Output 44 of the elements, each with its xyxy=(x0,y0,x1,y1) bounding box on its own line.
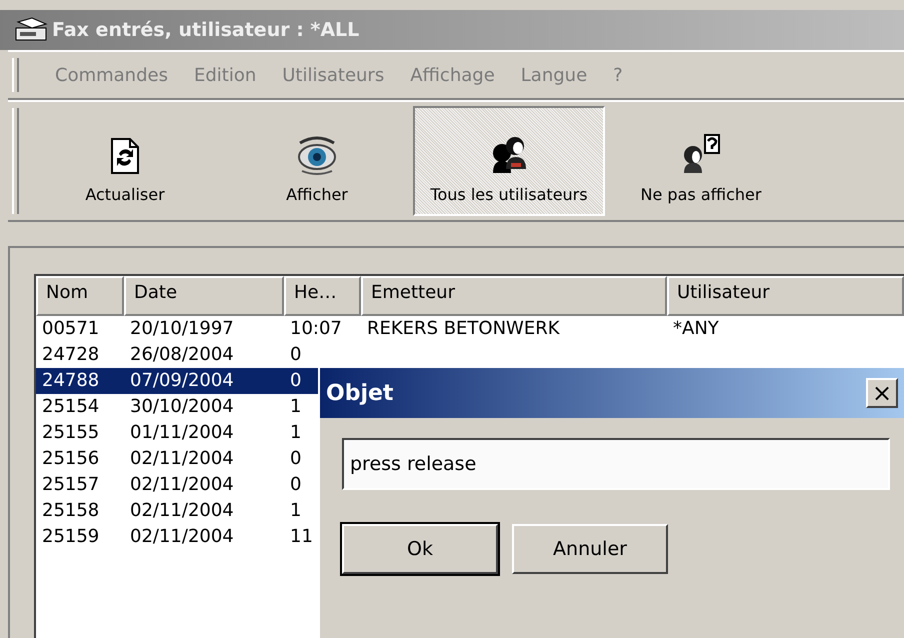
column-header[interactable]: Nom xyxy=(36,276,124,316)
table-cell: 24788 xyxy=(36,368,124,394)
table-cell-text: 30/10/2004 xyxy=(129,395,235,419)
dialog-button[interactable]: Annuler xyxy=(512,524,668,574)
table-cell-text: 1 xyxy=(289,421,302,445)
toolbar-button[interactable]: Tous les utilisateurs xyxy=(413,106,605,216)
table-cell-text: 02/11/2004 xyxy=(129,473,235,497)
table-cell-text: 26/08/2004 xyxy=(129,343,235,367)
table-cell-text: 02/11/2004 xyxy=(129,525,235,549)
column-header[interactable]: Utilisateur xyxy=(667,276,904,316)
table-cell-text: 01/11/2004 xyxy=(129,421,235,445)
table-cell-text: 0 xyxy=(289,473,302,497)
table-cell-text: 1 xyxy=(289,499,302,523)
table-cell-text: 25159 xyxy=(41,525,100,549)
column-header[interactable]: Date xyxy=(124,276,284,316)
toolbar-button[interactable]: Ne pas afficher xyxy=(605,106,797,216)
table-cell-text: 25155 xyxy=(41,421,100,445)
toolbar-grip-handle[interactable] xyxy=(12,108,19,214)
table-cell-text: 0 xyxy=(289,343,302,367)
eye-icon xyxy=(296,135,338,175)
table-cell-text: 20/10/1997 xyxy=(129,317,235,341)
column-header[interactable]: Emetteur xyxy=(361,276,667,316)
table-cell-text: 02/11/2004 xyxy=(129,499,235,523)
table-cell-text: 25157 xyxy=(41,473,100,497)
table-cell-text: 25154 xyxy=(41,395,100,419)
table-cell: 07/09/2004 xyxy=(124,368,284,394)
table-cell-text: 11 xyxy=(289,525,314,549)
table-cell-text: REKERS BETONWERK xyxy=(366,317,561,341)
toolbar-button[interactable]: Actualiser xyxy=(29,106,221,216)
table-cell-text: 00571 xyxy=(41,317,100,341)
table-cell-text: 10:07 xyxy=(289,317,343,341)
window-title: Fax entrés, utilisateur : *ALL xyxy=(52,19,360,41)
column-header[interactable]: He… xyxy=(284,276,361,316)
table-cell-text: *ANY xyxy=(672,317,720,341)
refresh-document-icon xyxy=(110,137,140,175)
close-button[interactable]: × xyxy=(866,378,898,408)
table-cell-text: 24728 xyxy=(41,343,100,367)
table-cell-text: 25158 xyxy=(41,499,100,523)
dialog-button[interactable]: Ok xyxy=(342,524,498,574)
table-cell-text: 02/11/2004 xyxy=(129,447,235,471)
toolbar-grip-handle[interactable] xyxy=(12,58,19,92)
table-cell-text: 25156 xyxy=(41,447,100,471)
input-field[interactable]: press release xyxy=(342,438,890,490)
toolbar-button[interactable]: Afficher xyxy=(221,106,413,216)
